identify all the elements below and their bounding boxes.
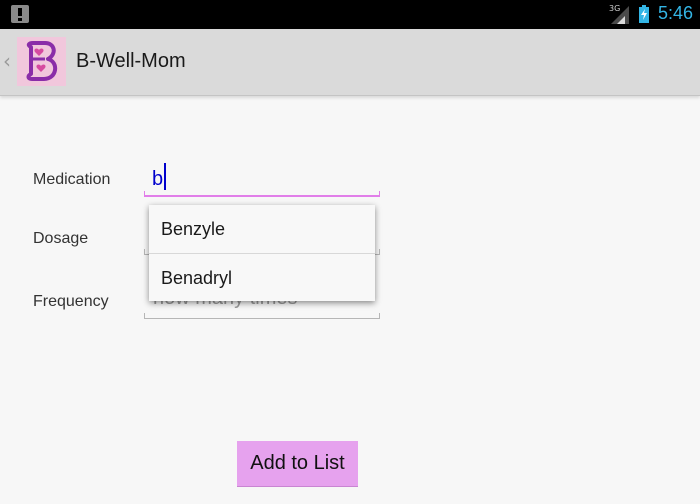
status-clock: 5:46 — [658, 3, 694, 23]
text-cursor — [164, 163, 166, 190]
dosage-label: Dosage — [33, 230, 89, 247]
app-title: B-Well-Mom — [76, 50, 186, 72]
autocomplete-dropdown: Benzyle Benadryl — [149, 205, 375, 301]
autocomplete-option[interactable]: Benadryl — [149, 254, 375, 302]
app-logo-icon[interactable] — [17, 37, 66, 86]
add-to-list-button[interactable]: Add to List — [237, 441, 358, 487]
medication-input-value: b — [152, 168, 164, 190]
autocomplete-option[interactable]: Benzyle — [149, 205, 375, 253]
medication-input-underline — [144, 191, 380, 197]
frequency-input-underline — [144, 313, 380, 319]
battery-charging-icon — [639, 5, 649, 23]
status-bar: 3G 5:46 — [0, 0, 700, 29]
back-caret-icon[interactable]: ‹ — [3, 49, 11, 73]
medication-label: Medication — [33, 171, 111, 188]
medication-input[interactable] — [144, 164, 380, 194]
action-bar: ‹ B-Well-Mom — [0, 29, 700, 96]
frequency-label: Frequency — [33, 293, 109, 310]
signal-icon: 3G — [609, 4, 631, 26]
notification-alert-icon — [11, 5, 29, 23]
